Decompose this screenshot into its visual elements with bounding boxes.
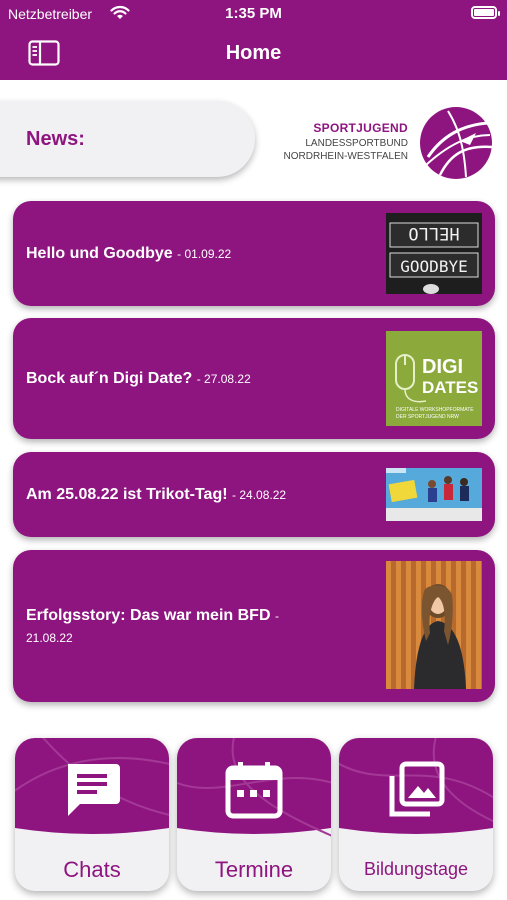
sportjugend-logo: SPORTJUGEND LANDESSPORTBUND NORDRHEIN-WE…: [270, 105, 498, 181]
chat-icon: [68, 764, 120, 816]
news-card[interactable]: Erfolgsstory: Das war mein BFD -21.08.22: [13, 550, 495, 702]
sportjugend-logo-mark: [420, 107, 493, 179]
logo-line-sportjugend: SPORTJUGEND: [313, 121, 408, 135]
battery-icon: [471, 6, 500, 19]
news-card[interactable]: Am 25.08.22 ist Trikot-Tag! - 24.08.22: [13, 452, 495, 537]
page-title: Home: [225, 42, 282, 64]
thumb-text-dates: DATES: [422, 378, 478, 397]
chats-tile[interactable]: Chats: [15, 738, 169, 891]
news-card-text: Erfolgsstory: Das war mein BFD -21.08.22: [26, 607, 279, 645]
thumb-text-sub1: DIGITALE WORKSHOPFORMATE: [396, 407, 474, 413]
clock: 1:35 PM: [225, 5, 282, 22]
photo-library-icon: [389, 761, 445, 817]
thumb-text-sub2: DER SPORTJUGEND NRW: [396, 414, 459, 420]
news-thumbnail: HELLO GOODBYE: [386, 213, 482, 294]
news-date: 27.08.22: [204, 372, 251, 386]
news-card-text: Am 25.08.22 ist Trikot-Tag! - 24.08.22: [26, 486, 287, 503]
logo-line-region: NORDRHEIN-WESTFALEN: [283, 151, 408, 162]
news-card[interactable]: Hello und Goodbye - 01.09.22 HELLO GOODB…: [13, 201, 495, 306]
thumb-text-goodbye: GOODBYE: [400, 257, 467, 276]
nav-bar: Home: [0, 28, 507, 80]
calendar-icon: [225, 762, 283, 819]
news-title: Hello und Goodbye: [26, 245, 173, 262]
news-header-pill: News:: [0, 101, 255, 177]
news-card-text: Hello und Goodbye - 01.09.22: [26, 245, 232, 262]
news-title: Erfolgsstory: Das war mein BFD: [26, 607, 271, 624]
logo-line-landessportbund: LANDESSPORTBUND: [305, 138, 408, 149]
news-date: 24.08.22: [239, 488, 287, 502]
termine-tile[interactable]: Termine: [177, 738, 331, 891]
thumb-text-digi: DIGI: [422, 356, 463, 378]
thumb-text-hello: HELLO: [408, 223, 459, 243]
tile-label: Bildungstage: [363, 859, 469, 879]
news-thumbnail: [386, 468, 482, 521]
tile-label: Chats: [63, 857, 121, 882]
news-label: News:: [26, 128, 85, 150]
tile-label: Termine: [214, 857, 294, 882]
bildungstage-tile[interactable]: Bildungstage: [339, 738, 493, 891]
news-date: 01.09.22: [184, 247, 232, 261]
news-date: 21.08.22: [26, 631, 73, 645]
news-thumbnail: DIGI DATES DIGITALE WORKSHOPFORMATE DER …: [386, 331, 482, 426]
news-card[interactable]: Bock auf´n Digi Date? - 27.08.22 DIGI DA…: [13, 318, 495, 439]
news-title: Am 25.08.22 ist Trikot-Tag!: [26, 486, 228, 503]
news-card-text: Bock auf´n Digi Date? - 27.08.22: [26, 370, 251, 387]
news-thumbnail: [386, 561, 482, 689]
status-bar: Netzbetreiber 1:35 PM: [0, 0, 507, 28]
news-title: Bock auf´n Digi Date?: [26, 370, 193, 387]
